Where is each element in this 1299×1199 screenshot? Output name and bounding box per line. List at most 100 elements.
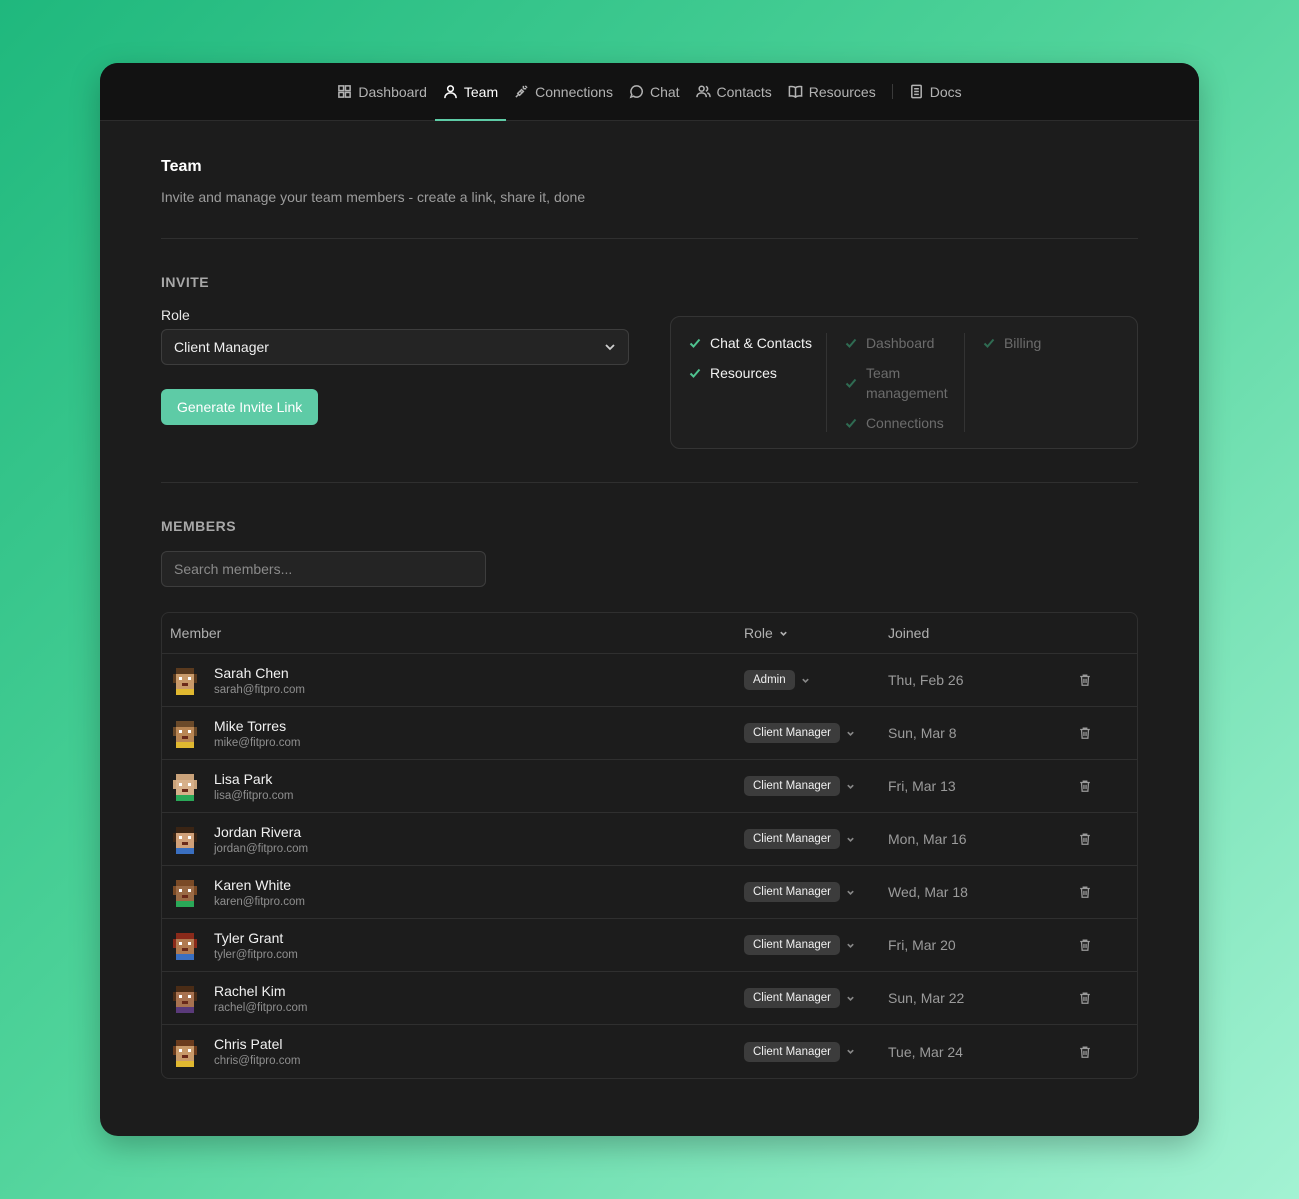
check-icon [845, 338, 857, 348]
check-icon [845, 378, 857, 388]
role-select-value: Client Manager [174, 339, 269, 355]
invite-section: Role Client Manager Generate Invite Link… [161, 290, 1138, 449]
users-icon [695, 85, 711, 98]
trash-icon[interactable] [1078, 991, 1092, 1005]
book-icon [788, 85, 803, 99]
nav-separator [891, 84, 893, 99]
avatar [173, 880, 197, 907]
chevron-down-icon [847, 1049, 854, 1054]
nav-dashboard[interactable]: Dashboard [329, 63, 435, 120]
column-member: Member [170, 625, 222, 641]
nav-chat[interactable]: Chat [621, 63, 688, 120]
table-row: Chris Patel chris@fitpro.com Client Mana… [162, 1025, 1137, 1078]
nav-chat-label: Chat [649, 83, 680, 100]
role-badge: Client Manager [744, 1041, 840, 1062]
avatar [173, 774, 197, 801]
check-icon [983, 338, 995, 348]
role-dropdown[interactable]: Client Manager [744, 988, 888, 1008]
table-row: Mike Torres mike@fitpro.com Client Manag… [162, 707, 1137, 760]
member-name: Mike Torres [214, 717, 287, 734]
role-badge: Client Manager [744, 776, 840, 796]
table-row: Rachel Kim rachel@fitpro.com Client Mana… [162, 972, 1137, 1025]
trash-icon[interactable] [1078, 673, 1092, 687]
divider [161, 238, 1138, 239]
chevron-down-icon [847, 996, 854, 1001]
member-email: sarah@fitpro.com [214, 683, 305, 696]
generate-invite-link-button[interactable]: Generate Invite Link [161, 389, 319, 425]
member-name: Lisa Park [214, 770, 273, 787]
table-row: Lisa Park lisa@fitpro.com Client Manager… [162, 760, 1137, 813]
joined-date: Sun, Mar 8 [888, 725, 957, 741]
role-dropdown[interactable]: Client Manager [744, 723, 888, 743]
joined-date: Sun, Mar 22 [888, 990, 965, 1006]
nav-dashboard-label: Dashboard [358, 83, 427, 100]
nav-connections[interactable]: Connections [506, 63, 621, 120]
permission-item: Dashboard [845, 333, 950, 353]
role-dropdown[interactable]: Client Manager [744, 882, 888, 902]
role-badge: Client Manager [744, 723, 840, 743]
members-table: Member Role Joined Sarah Chen sarah@fitp… [161, 612, 1138, 1079]
table-row: Karen White karen@fitpro.com Client Mana… [162, 866, 1137, 919]
trash-icon[interactable] [1078, 885, 1092, 899]
page-subtitle: Invite and manage your team members - cr… [161, 189, 586, 205]
member-email: chris@fitpro.com [214, 1055, 301, 1067]
member-email: mike@fitpro.com [214, 736, 301, 749]
table-row: Tyler Grant tyler@fitpro.com Client Mana… [162, 919, 1137, 972]
member-email: karen@fitpro.com [214, 895, 305, 908]
trash-icon[interactable] [1078, 832, 1092, 846]
nav-team[interactable]: Team [434, 63, 507, 121]
chevron-down-icon [847, 731, 854, 736]
divider [161, 482, 1138, 483]
nav-resources[interactable]: Resources [780, 63, 884, 120]
role-dropdown[interactable]: Client Manager [744, 829, 888, 849]
table-header: Member Role Joined [162, 613, 1137, 654]
joined-date: Thu, Feb 26 [888, 672, 964, 688]
search-members-input[interactable]: Search members... [161, 551, 486, 587]
avatar [173, 827, 197, 854]
column-role-sort[interactable]: Role [744, 625, 888, 641]
joined-date: Mon, Mar 16 [888, 831, 967, 847]
permission-item: Chat & Contacts [689, 333, 812, 353]
chevron-down-icon [780, 631, 787, 636]
nav-docs-label: Docs [929, 83, 962, 100]
member-email: lisa@fitpro.com [214, 789, 294, 802]
document-icon [910, 84, 922, 99]
table-row: Jordan Rivera jordan@fitpro.com Client M… [162, 813, 1137, 866]
member-name: Rachel Kim [214, 982, 286, 999]
main-content: Team Invite and manage your team members… [100, 158, 1199, 1079]
member-name: Tyler Grant [214, 929, 284, 946]
permission-item: Team management [845, 363, 950, 403]
permissions-disabled-column: Billing [963, 333, 1055, 432]
role-badge: Admin [744, 670, 795, 690]
chevron-down-icon [847, 943, 854, 948]
role-dropdown[interactable]: Client Manager [744, 776, 888, 796]
avatar [173, 1039, 197, 1067]
permission-item: Connections [845, 413, 950, 433]
avatar [173, 933, 197, 960]
joined-date: Fri, Mar 13 [888, 778, 956, 794]
check-icon [689, 368, 701, 378]
avatar [173, 986, 197, 1013]
chevron-down-icon [801, 678, 809, 683]
role-dropdown[interactable]: Client Manager [744, 1041, 888, 1062]
member-name: Sarah Chen [214, 664, 289, 681]
joined-date: Tue, Mar 24 [888, 1043, 963, 1060]
member-name: Chris Patel [214, 1036, 283, 1052]
role-dropdown[interactable]: Client Manager [744, 935, 888, 955]
role-dropdown[interactable]: Admin [744, 670, 888, 690]
role-select[interactable]: Client Manager [161, 329, 629, 365]
trash-icon[interactable] [1078, 938, 1092, 952]
nav-docs[interactable]: Docs [901, 63, 970, 120]
app-window: Dashboard Team Connections Chat Contacts… [100, 63, 1199, 1136]
chat-bubble-icon [629, 85, 643, 99]
permissions-disabled-column: Dashboard Team management Connections [825, 333, 964, 433]
permissions-enabled-column: Chat & Contacts Resources [689, 333, 826, 432]
role-label: Role [161, 307, 190, 323]
trash-icon[interactable] [1078, 1045, 1092, 1059]
trash-icon[interactable] [1078, 779, 1092, 793]
trash-icon[interactable] [1078, 726, 1092, 740]
grid-icon [338, 85, 352, 98]
member-email: rachel@fitpro.com [214, 1001, 308, 1014]
table-row: Sarah Chen sarah@fitpro.com Admin Thu, F… [162, 654, 1137, 707]
nav-contacts[interactable]: Contacts [688, 63, 780, 120]
